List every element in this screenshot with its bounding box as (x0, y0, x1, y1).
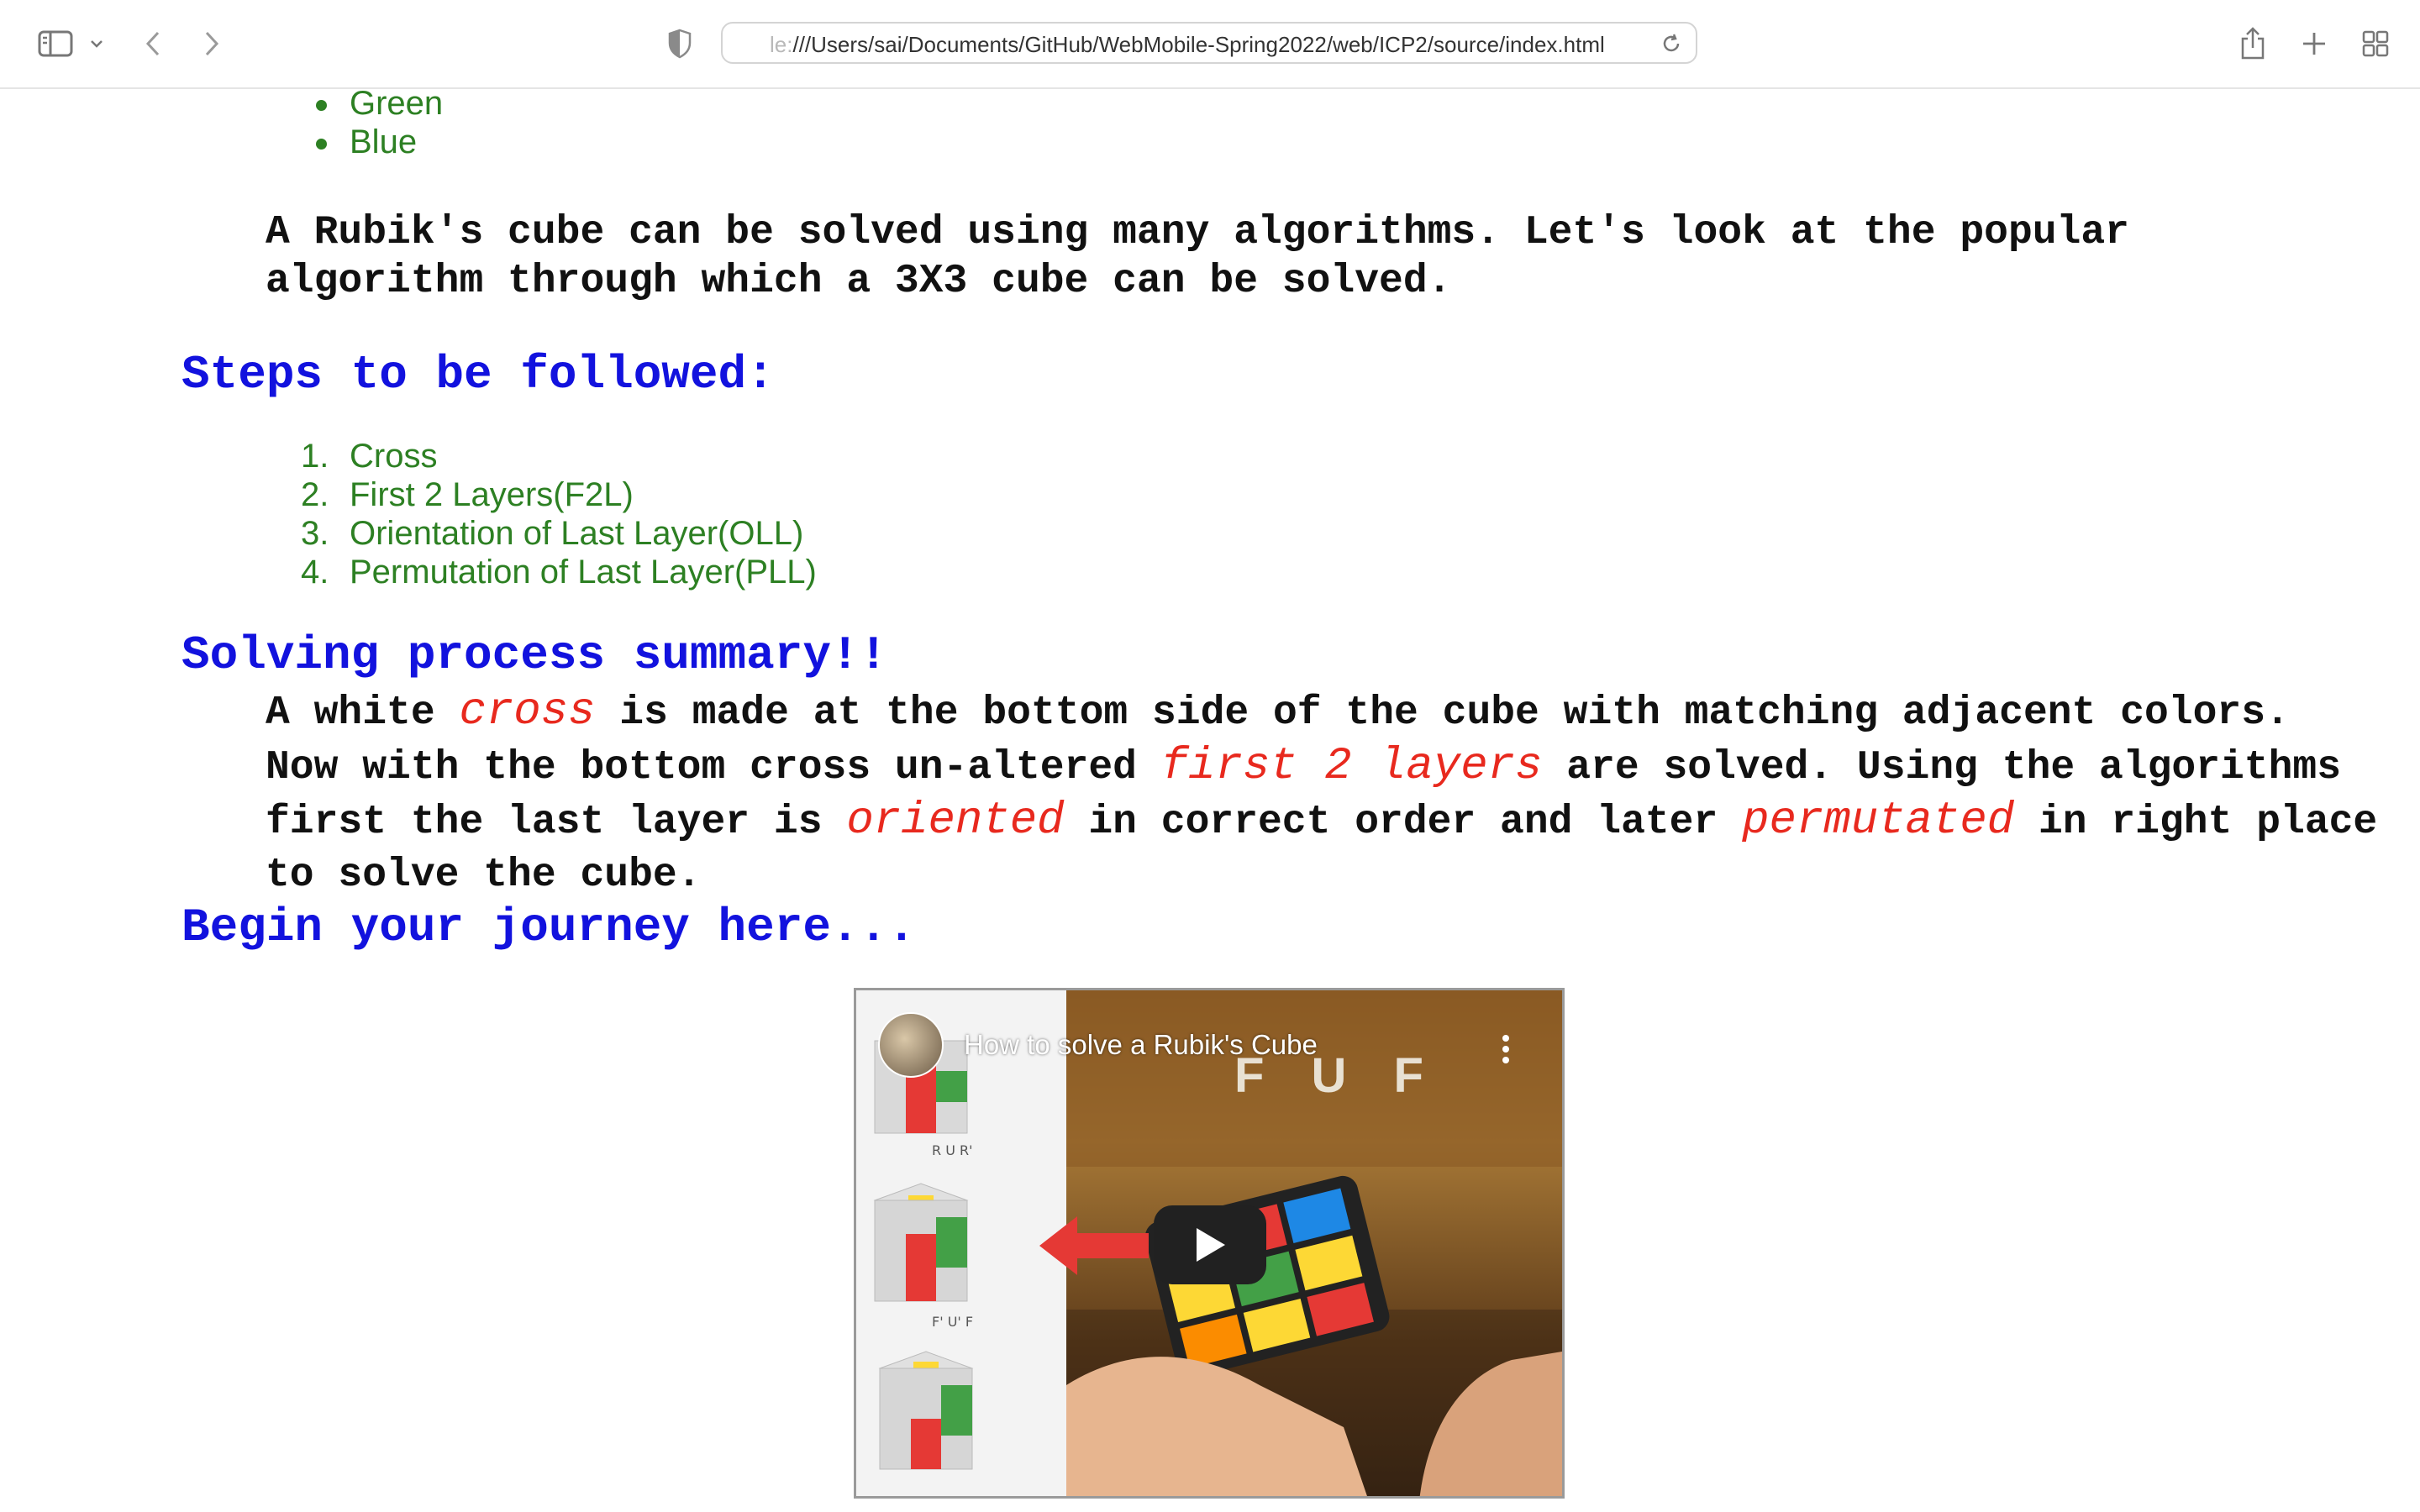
tab-grid-icon (2362, 30, 2389, 57)
step-label: First 2 Layers(F2L) (350, 476, 634, 513)
new-tab-button[interactable] (2296, 24, 2333, 64)
list-item: Green (311, 84, 443, 123)
move-label: R U R' (932, 1142, 973, 1158)
list-item: Blue (311, 123, 443, 161)
step-number: 2. (301, 476, 329, 513)
browser-toolbar: le:///Users/sai/Documents/GitHub/WebMobi… (0, 0, 2420, 89)
chevron-down-icon (91, 40, 103, 48)
step-number: 4. (301, 554, 329, 591)
url-text: le:///Users/sai/Documents/GitHub/WebMobi… (770, 32, 1605, 58)
red-arrow-icon (1039, 1216, 1149, 1275)
intro-paragraph: A Rubik's cube can be solved using many … (266, 208, 2299, 306)
back-button[interactable] (136, 24, 170, 64)
share-button[interactable] (2233, 24, 2272, 64)
steps-list: 1. Cross 2. First 2 Layers(F2L) 3. Orientat… (301, 437, 817, 591)
step-number: 1. (301, 438, 329, 475)
summary-emphasis-oriented: oriented (846, 795, 1065, 847)
play-icon (1197, 1228, 1225, 1262)
forward-button[interactable] (195, 24, 229, 64)
tab-overview-button[interactable] (2356, 24, 2395, 64)
url-prefix: le: (770, 32, 793, 57)
summary-text: in correct order and later (1064, 800, 1743, 845)
chevron-right-icon (205, 31, 219, 56)
summary-text: A white (266, 690, 460, 736)
summary-heading: Solving process summary!! (182, 628, 888, 682)
sidebar-icon (38, 30, 73, 57)
play-button[interactable] (1154, 1205, 1266, 1284)
step-item: 2. First 2 Layers(F2L) (301, 475, 817, 514)
more-options-icon[interactable] (1502, 1034, 1510, 1064)
address-bar[interactable]: le:///Users/sai/Documents/GitHub/WebMobi… (721, 22, 1697, 64)
journey-heading: Begin your journey here... (182, 900, 916, 954)
step-number: 3. (301, 515, 329, 552)
url-path: ///Users/sai/Documents/GitHub/WebMobile-… (792, 32, 1605, 57)
sidebar-toggle-button[interactable] (30, 24, 81, 64)
step-item: 3. Orientation of Last Layer(OLL) (301, 514, 817, 553)
summary-emphasis-f2l: first 2 layers (1160, 741, 1543, 792)
reload-icon[interactable] (1660, 33, 1682, 55)
plus-icon (2303, 33, 2325, 55)
summary-paragraph: A white cross is made at the bottom side… (266, 685, 2383, 902)
sidebar-menu-button[interactable] (84, 24, 109, 64)
step-label: Permutation of Last Layer(PLL) (350, 554, 817, 591)
summary-emphasis-cross: cross (459, 686, 596, 738)
share-icon (2241, 27, 2265, 60)
youtube-video-embed[interactable]: R U R' F' U' F F U F How to solve a Rubi… (854, 988, 1565, 1499)
step-label: Orientation of Last Layer(OLL) (350, 515, 804, 552)
color-list: Green Blue (311, 84, 443, 161)
step-item: 1. Cross (301, 437, 817, 475)
privacy-shield-icon[interactable] (667, 29, 692, 59)
intro-line-1: A Rubik's cube can be solved using many … (266, 210, 2129, 255)
channel-avatar[interactable] (878, 1012, 944, 1078)
summary-emphasis-permutated: permutated (1742, 795, 2015, 847)
video-title[interactable]: How to solve a Rubik's Cube (964, 1029, 1318, 1061)
move-label: F' U' F (932, 1314, 973, 1330)
steps-heading: Steps to be followed: (182, 348, 775, 402)
intro-line-2: algorithm through which a 3X3 cube can b… (266, 259, 1452, 304)
step-item: 4. Permutation of Last Layer(PLL) (301, 553, 817, 591)
step-label: Cross (350, 438, 438, 475)
chevron-left-icon (145, 31, 160, 56)
